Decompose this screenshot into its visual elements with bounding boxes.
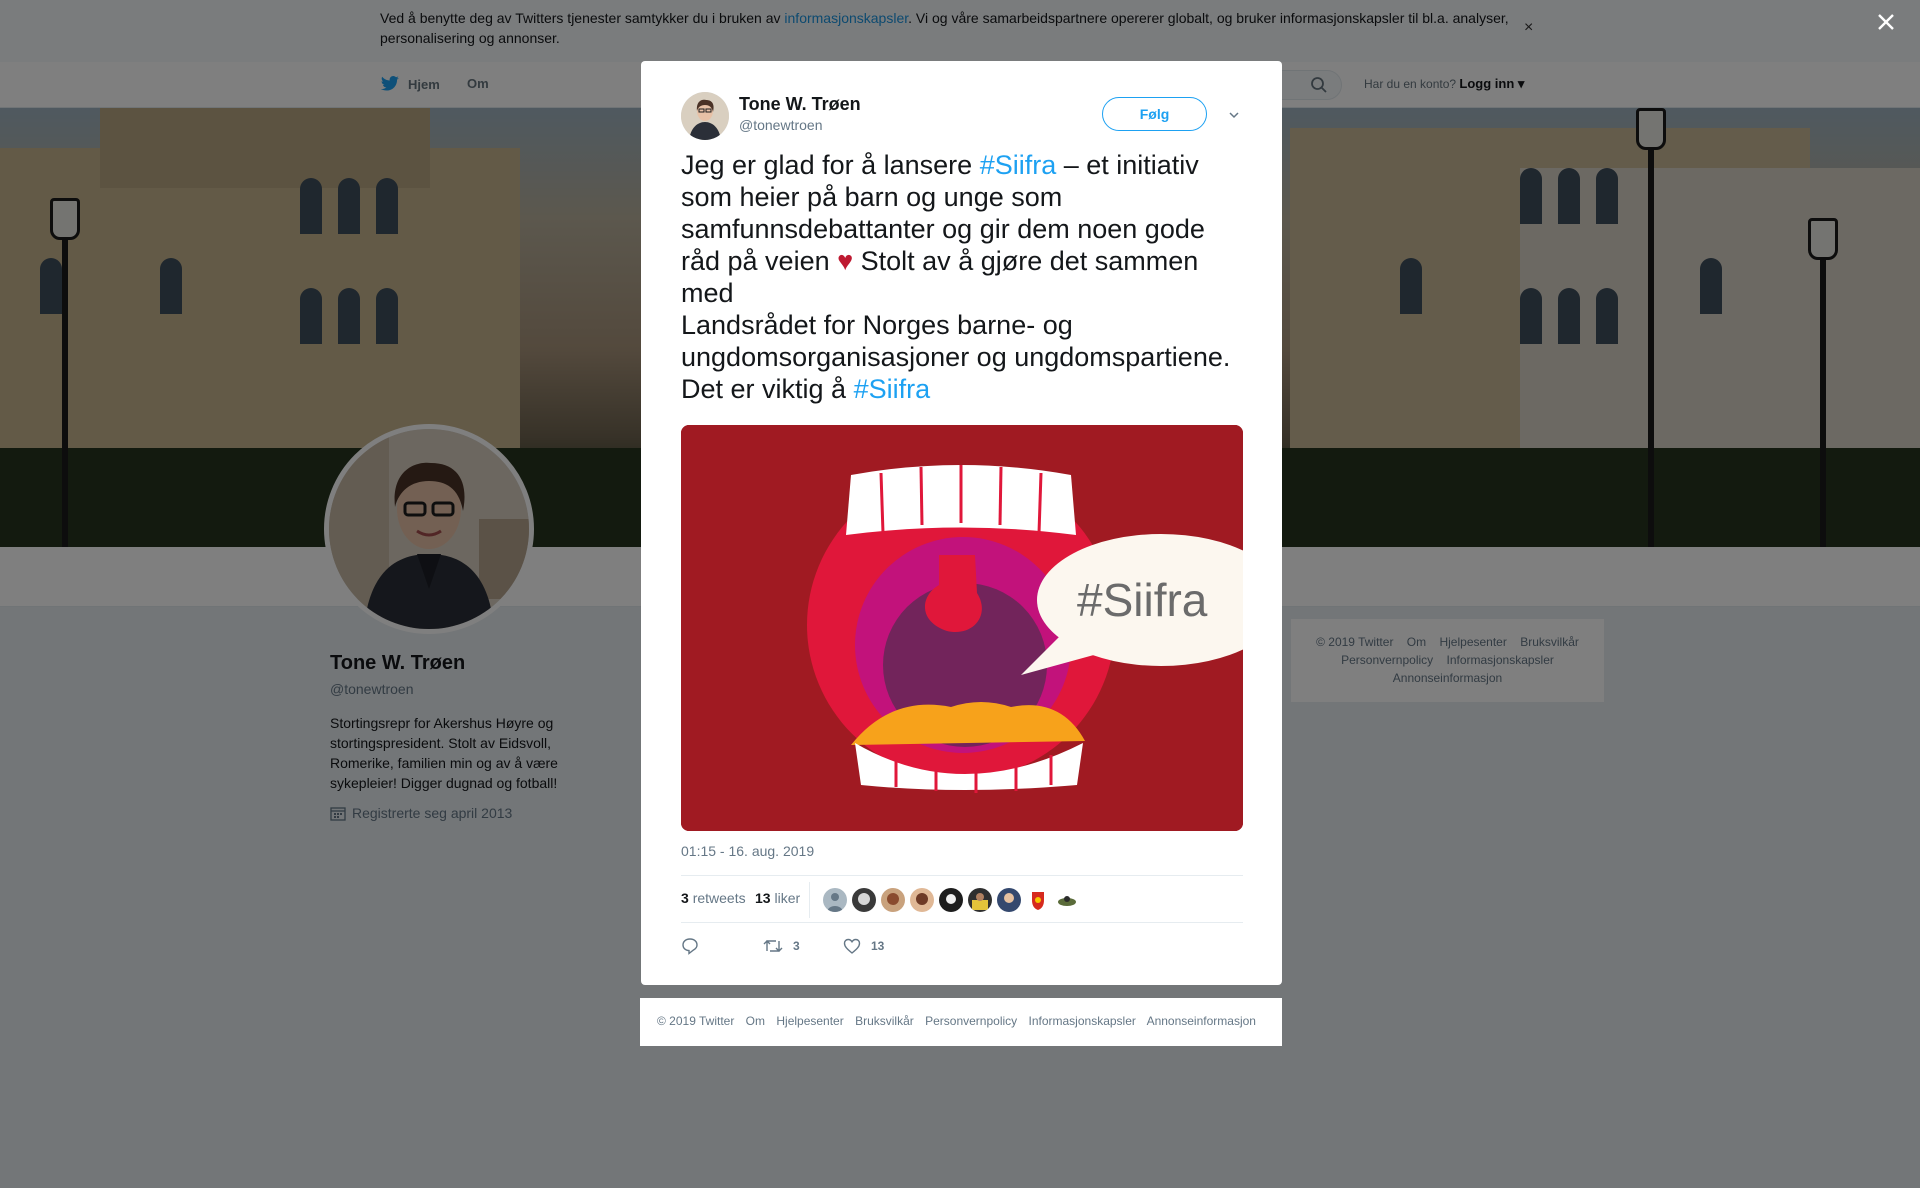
retweets-count: 3	[681, 890, 689, 906]
stats-divider	[809, 882, 810, 918]
chevron-down-icon[interactable]	[1228, 109, 1240, 121]
liker-avatar[interactable]	[910, 888, 934, 912]
close-icon[interactable]	[1874, 10, 1898, 34]
follow-button[interactable]: Følg	[1102, 97, 1207, 131]
footer-cookies-link[interactable]: Informasjonskapsler	[1029, 1014, 1136, 1028]
liker-avatar[interactable]	[968, 888, 992, 912]
likes-stat[interactable]: 13 liker	[755, 890, 800, 906]
liker-avatar[interactable]	[1055, 888, 1079, 912]
retweet-button[interactable]: 3	[763, 937, 800, 955]
likes-count: 13	[755, 890, 771, 906]
liker-avatar[interactable]	[939, 888, 963, 912]
tweet-actions: 3 13	[681, 933, 1243, 963]
like-button[interactable]: 13	[843, 937, 884, 955]
tweet-text: Jeg er glad for å lansere #Siifra – et i…	[681, 149, 1245, 405]
like-icon	[843, 938, 861, 954]
tweet-timestamp[interactable]: 01:15 - 16. aug. 2019	[681, 843, 814, 859]
liker-avatar[interactable]	[852, 888, 876, 912]
media-hashtag-text: #Siifra	[1077, 574, 1208, 626]
footer-copyright: © 2019 Twitter	[657, 1014, 735, 1028]
heart-emoji-icon: ♥	[837, 246, 854, 276]
retweets-label: retweets	[692, 890, 746, 906]
tweet-media-image[interactable]: #Siifra	[681, 425, 1243, 831]
liker-avatar[interactable]	[1026, 888, 1050, 912]
liker-avatar[interactable]	[997, 888, 1021, 912]
tweet-permalink-modal: Tone W. Trøen @tonewtroen Følg Jeg er gl…	[641, 61, 1282, 985]
liker-avatar[interactable]	[881, 888, 905, 912]
footer-terms-link[interactable]: Bruksvilkår	[855, 1014, 914, 1028]
tweet-author-handle[interactable]: @tonewtroen	[739, 117, 822, 133]
hashtag-link[interactable]: #Siifra	[980, 150, 1057, 180]
hashtag-link[interactable]: #Siifra	[854, 374, 931, 404]
likes-label: liker	[774, 890, 801, 906]
tweet-text-part4: Landsrådet for Norges barne- og ungdomso…	[681, 310, 1231, 404]
tweet-author-avatar[interactable]	[681, 92, 729, 140]
reply-icon	[682, 938, 698, 955]
footer-privacy-link[interactable]: Personvernpolicy	[925, 1014, 1017, 1028]
retweets-stat[interactable]: 3 retweets	[681, 890, 746, 906]
retweet-icon	[763, 940, 783, 952]
tweet-stats: 3 retweets 13 liker	[681, 875, 1243, 923]
footer-help-link[interactable]: Hjelpesenter	[776, 1014, 843, 1028]
retweet-action-count: 3	[793, 939, 800, 953]
footer-about-link[interactable]: Om	[746, 1014, 765, 1028]
tweet-author-name[interactable]: Tone W. Trøen	[739, 94, 861, 115]
tweet-text-part1: Jeg er glad for å lansere	[681, 150, 980, 180]
liker-avatar[interactable]	[823, 888, 847, 912]
like-action-count: 13	[871, 939, 885, 953]
footer-ads-info-link[interactable]: Annonseinformasjon	[1147, 1014, 1256, 1028]
reply-button[interactable]	[681, 937, 699, 955]
modal-footer: © 2019 Twitter Om Hjelpesenter Bruksvilk…	[640, 998, 1282, 1046]
